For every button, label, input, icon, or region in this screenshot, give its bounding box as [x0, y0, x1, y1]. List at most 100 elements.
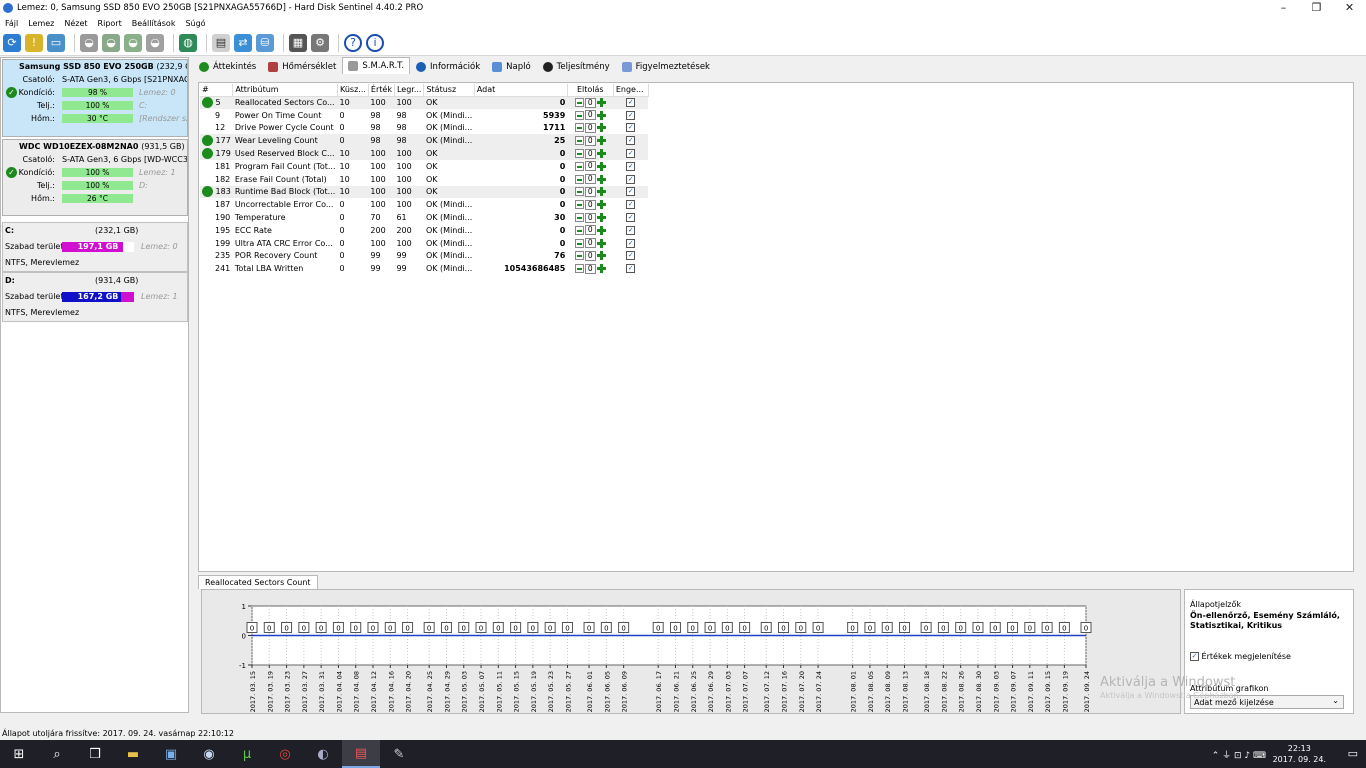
menu-file[interactable]: Fájl — [5, 19, 18, 28]
enabled-checkbox[interactable]: ✓ — [626, 123, 636, 133]
show-values-checkbox[interactable]: ✓ — [1190, 652, 1199, 661]
enabled-checkbox[interactable]: ✓ — [626, 98, 636, 108]
disk-card-0[interactable]: Samsung SSD 850 EVO 250GB (232,9 GB) Csa… — [2, 59, 188, 137]
tab-warnings[interactable]: Figyelmeztetések — [616, 58, 716, 74]
increase-offset-icon[interactable] — [596, 225, 606, 235]
close-button[interactable]: ✕ — [1333, 0, 1366, 16]
enabled-checkbox[interactable]: ✓ — [626, 149, 636, 159]
table-row[interactable]: 182 Erase Fail Count (Total) 10 100 100 OK 0 0 ✓ — [200, 173, 648, 186]
enabled-checkbox[interactable]: ✓ — [626, 200, 636, 210]
steam-icon[interactable]: ◉ — [190, 740, 228, 768]
minimize-button[interactable]: – — [1267, 0, 1300, 16]
hard-disk-sentinel-task-icon[interactable]: ▤ — [342, 740, 380, 768]
menu-help[interactable]: Súgó — [185, 19, 205, 28]
disk-card-1[interactable]: WDC WD10EZEX-08M2NA0 (931,5 GB) Csatoló:… — [2, 139, 188, 216]
tray-icons[interactable]: ⌃ ⏚ ⊡ ♪ ⌨ — [1212, 748, 1266, 761]
clock[interactable]: 22:13 2017. 09. 24. — [1273, 743, 1326, 765]
disk-check-icon[interactable]: ◒ — [102, 33, 120, 52]
notification-icon[interactable]: ▭ — [1348, 747, 1358, 760]
table-row[interactable]: 181 Program Fail Count (Tot... 10 100 100 OK 0… — [200, 160, 648, 173]
windows-start-icon[interactable]: ⊞ — [0, 740, 38, 768]
disk-repair-icon[interactable]: ◒ — [124, 33, 142, 52]
decrease-offset-icon[interactable] — [574, 149, 584, 159]
table-row[interactable]: 183 Runtime Bad Block (Tot... 10 100 100 OK 0 0… — [200, 185, 649, 199]
sync-icon[interactable]: ⇄ — [234, 33, 252, 52]
enabled-checkbox[interactable]: ✓ — [626, 174, 636, 184]
increase-offset-icon[interactable] — [596, 187, 606, 197]
maximize-button[interactable]: ❐ — [1300, 0, 1333, 16]
table-row[interactable]: 190 Temperature 0 70 61 OK (Mindi... 30 0 ✓ — [200, 211, 648, 224]
media-app-icon[interactable]: ◐ — [304, 740, 342, 768]
backup-icon[interactable]: ⛁ — [256, 33, 274, 52]
increase-offset-icon[interactable] — [596, 200, 606, 210]
enabled-checkbox[interactable]: ✓ — [626, 136, 636, 146]
tab-temperature[interactable]: Hőmérséklet — [262, 58, 342, 74]
col-status[interactable]: Státusz — [423, 84, 475, 97]
file-explorer-icon[interactable]: ▬ — [114, 740, 152, 768]
increase-offset-icon[interactable] — [596, 213, 606, 223]
table-row[interactable]: 195 ECC Rate 0 200 200 OK (Mindi... 0 0 ✓ — [200, 224, 648, 237]
col-value[interactable]: Érték — [368, 84, 395, 97]
enabled-checkbox[interactable]: ✓ — [626, 225, 636, 235]
decrease-offset-icon[interactable] — [574, 251, 584, 261]
report-icon[interactable]: ▤ — [212, 33, 230, 52]
increase-offset-icon[interactable] — [596, 251, 606, 261]
decrease-offset-icon[interactable] — [574, 98, 584, 108]
volume-card-d[interactable]: D: (931,4 GB) Szabad terület 167,2 GB Lemez… — [2, 272, 188, 322]
decrease-offset-icon[interactable] — [574, 123, 584, 133]
decrease-offset-icon[interactable] — [574, 238, 584, 248]
enabled-checkbox[interactable]: ✓ — [626, 110, 636, 120]
enabled-checkbox[interactable]: ✓ — [626, 264, 636, 274]
decrease-offset-icon[interactable] — [574, 213, 584, 223]
enabled-checkbox[interactable]: ✓ — [626, 213, 636, 223]
table-row[interactable]: 5 Reallocated Sectors Co... 10 100 100 OK 0 0 ✓ — [200, 96, 649, 109]
decrease-offset-icon[interactable] — [574, 264, 584, 274]
increase-offset-icon[interactable] — [596, 136, 606, 146]
decrease-offset-icon[interactable] — [574, 161, 584, 171]
search-icon[interactable]: ⌕ — [38, 740, 76, 768]
table-row[interactable]: 179 Used Reserved Block C... 10 100 100 OK 0 0 ✓ — [200, 147, 649, 160]
store-icon[interactable]: ▣ — [152, 740, 190, 768]
increase-offset-icon[interactable] — [596, 174, 606, 184]
increase-offset-icon[interactable] — [596, 98, 606, 108]
utorrent-icon[interactable]: µ — [228, 740, 266, 768]
decrease-offset-icon[interactable] — [574, 110, 584, 120]
tab-information[interactable]: Információk — [410, 58, 486, 74]
app-task-icon[interactable]: ✎ — [380, 740, 418, 768]
tab-log[interactable]: Napló — [486, 58, 537, 74]
col-threshold[interactable]: Küsz... — [337, 84, 369, 97]
disk-tool-icon[interactable]: ◒ — [146, 33, 164, 52]
enabled-checkbox[interactable]: ✓ — [626, 187, 636, 197]
increase-offset-icon[interactable] — [596, 123, 606, 133]
decrease-offset-icon[interactable] — [574, 136, 584, 146]
decrease-offset-icon[interactable] — [574, 187, 584, 197]
volume-card-c[interactable]: C: (232,1 GB) Szabad terület 197,1 GB Lemez… — [2, 222, 188, 272]
decrease-offset-icon[interactable] — [574, 174, 584, 184]
menu-settings[interactable]: Beállítások — [132, 19, 176, 28]
chrome-icon[interactable]: ◎ — [266, 740, 304, 768]
menu-view[interactable]: Nézet — [64, 19, 87, 28]
globe-icon[interactable]: ◍ — [179, 33, 197, 52]
col-enabled[interactable]: Enge... — [613, 84, 649, 97]
tab-performance[interactable]: Teljesítmény — [537, 58, 616, 74]
decrease-offset-icon[interactable] — [574, 200, 584, 210]
col-worst[interactable]: Legr... — [394, 84, 425, 97]
task-view-icon[interactable]: ❒ — [76, 740, 114, 768]
table-row[interactable]: 235 POR Recovery Count 0 99 99 OK (Mindi... 76… — [200, 250, 648, 263]
enabled-checkbox[interactable]: ✓ — [626, 238, 636, 248]
table-row[interactable]: 187 Uncorrectable Error Co... 0 100 100 OK (M… — [200, 198, 648, 211]
table-row[interactable]: 12 Drive Power Cycle Count 0 98 98 OK (Mindi.… — [200, 122, 648, 135]
menu-disk[interactable]: Lemez — [28, 19, 54, 28]
help-icon[interactable]: ? — [344, 33, 362, 52]
increase-offset-icon[interactable] — [596, 264, 606, 274]
col-attribute[interactable]: Attribútum — [232, 84, 338, 97]
graph-tab[interactable]: Reallocated Sectors Count — [198, 575, 318, 589]
info-icon[interactable]: i — [366, 33, 384, 52]
menu-report[interactable]: Riport — [98, 19, 122, 28]
increase-offset-icon[interactable] — [596, 238, 606, 248]
increase-offset-icon[interactable] — [596, 149, 606, 159]
decrease-offset-icon[interactable] — [574, 225, 584, 235]
table-row[interactable]: 9 Power On Time Count 0 98 98 OK (Mindi... 593… — [200, 109, 648, 122]
increase-offset-icon[interactable] — [596, 110, 606, 120]
table-row[interactable]: 199 Ultra ATA CRC Error Co... 0 100 100 OK (M… — [200, 237, 648, 250]
